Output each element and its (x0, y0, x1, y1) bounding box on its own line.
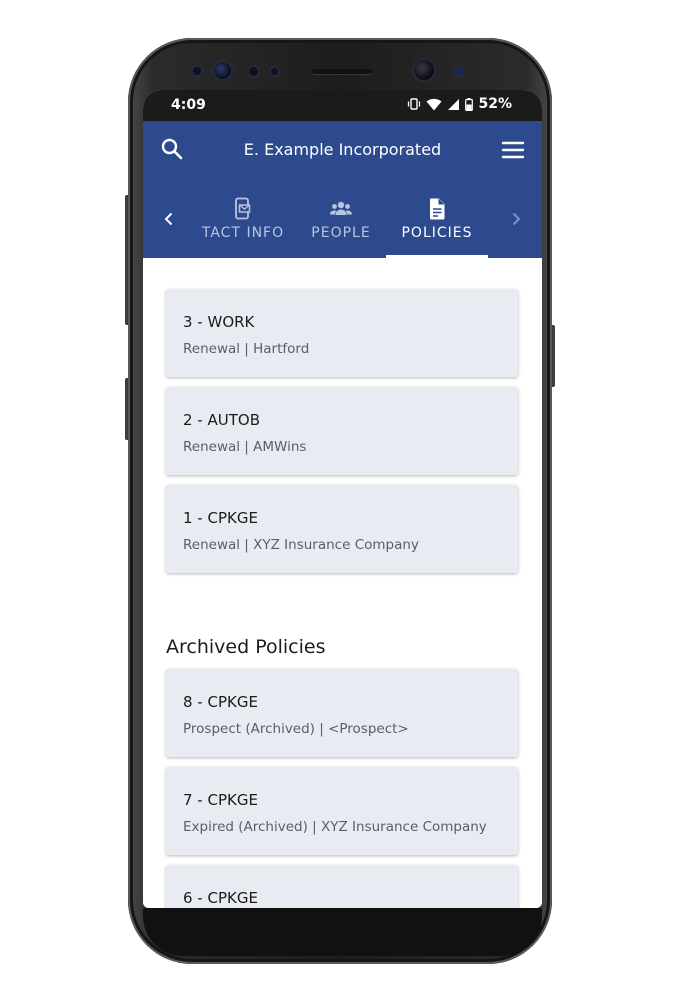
hamburger-menu-icon[interactable] (500, 137, 526, 163)
tab-people[interactable]: PEOPLE (300, 191, 382, 258)
policy-title: 1 - CPKGE (183, 509, 258, 527)
policy-title: 3 - WORK (183, 313, 255, 331)
tab-label: PEOPLE (311, 225, 371, 241)
light-sensor (271, 68, 278, 75)
status-bar: 4:09 52% (143, 90, 542, 121)
archived-policy-card[interactable]: 8 - CPKGE Prospect (Archived) | <Prospec… (166, 669, 518, 757)
archived-policy-card[interactable]: 7 - CPKGE Expired (Archived) | XYZ Insur… (166, 767, 518, 855)
phone-screen: 4:09 52% E. Example Incorporated TACT IN… (143, 90, 542, 908)
policy-card[interactable]: 3 - WORK Renewal | Hartford (166, 289, 518, 377)
policy-subtitle: Expired (Archived) | XYZ Insurance Compa… (183, 819, 487, 835)
app-bar: E. Example Incorporated TACT INFO PEOPLE… (143, 121, 542, 258)
wifi-icon (426, 98, 442, 110)
status-time: 4:09 (171, 97, 206, 113)
battery-icon (465, 97, 474, 111)
policy-subtitle: Renewal | XYZ Insurance Company (183, 537, 419, 553)
archived-policy-card[interactable]: 6 - CPKGE (166, 865, 518, 908)
tab-contact-info[interactable]: TACT INFO (188, 191, 298, 258)
contact-card-icon (235, 197, 251, 220)
policy-card[interactable]: 1 - CPKGE Renewal | XYZ Insurance Compan… (166, 485, 518, 573)
front-camera (414, 60, 434, 80)
tab-scroll-left-icon[interactable] (161, 211, 177, 227)
policy-title: 6 - CPKGE (183, 889, 258, 907)
policy-subtitle: Renewal | Hartford (183, 341, 310, 357)
tab-label: TACT INFO (201, 225, 285, 241)
iris-scanner (455, 67, 464, 76)
earpiece-speaker (312, 69, 372, 74)
policy-card[interactable]: 2 - AUTOB Renewal | AMWins (166, 387, 518, 475)
policy-title: 7 - CPKGE (183, 791, 258, 809)
bottom-bezel (143, 908, 542, 956)
tab-scroll-right-icon[interactable] (508, 211, 524, 227)
policy-title: 8 - CPKGE (183, 693, 258, 711)
people-icon (330, 201, 352, 215)
iris-camera (214, 62, 231, 79)
tab-label: POLICIES (401, 225, 473, 241)
page-title: E. Example Incorporated (243, 140, 442, 159)
policy-subtitle: Prospect (Archived) | <Prospect> (183, 721, 409, 737)
sensor-dot (193, 67, 201, 75)
signal-icon (448, 98, 460, 110)
document-icon (430, 198, 445, 220)
policy-subtitle: Renewal | AMWins (183, 439, 307, 455)
archived-policies-heading: Archived Policies (166, 636, 326, 658)
tab-policies[interactable]: POLICIES (386, 191, 488, 258)
policies-list: 3 - WORK Renewal | Hartford 2 - AUTOB Re… (143, 258, 542, 908)
battery-percent: 52% (478, 96, 512, 112)
proximity-sensor (249, 67, 258, 76)
policy-title: 2 - AUTOB (183, 411, 260, 429)
vibrate-icon (408, 98, 421, 110)
status-icons: 52% (407, 96, 512, 112)
